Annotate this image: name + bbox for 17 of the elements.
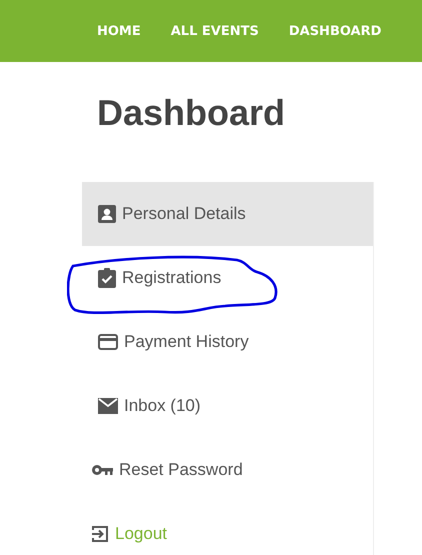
credit-card-icon	[98, 334, 118, 350]
mail-icon	[98, 398, 118, 414]
key-icon	[91, 464, 113, 476]
sidebar-item[interactable]: Inbox (10)	[82, 374, 373, 438]
sidebar-label[interactable]: Payment History	[124, 332, 249, 352]
clipboard-check-icon	[98, 268, 116, 288]
logout-icon	[91, 525, 109, 543]
sidebar-label[interactable]: Registrations	[122, 268, 222, 288]
sidebar-label[interactable]: Personal Details	[122, 204, 246, 224]
sidebar-item[interactable]: Payment History	[82, 310, 373, 374]
sidebar-item[interactable]: Registrations	[82, 246, 373, 310]
sidebar-item[interactable]: Reset Password	[82, 438, 373, 502]
sidebar-label[interactable]: Reset Password	[119, 460, 243, 480]
page-title: Dashboard	[97, 92, 286, 134]
sidebar-label[interactable]: Inbox (10)	[124, 396, 201, 416]
person-icon	[98, 205, 116, 223]
sidebar-item[interactable]: Personal Details	[82, 182, 373, 246]
